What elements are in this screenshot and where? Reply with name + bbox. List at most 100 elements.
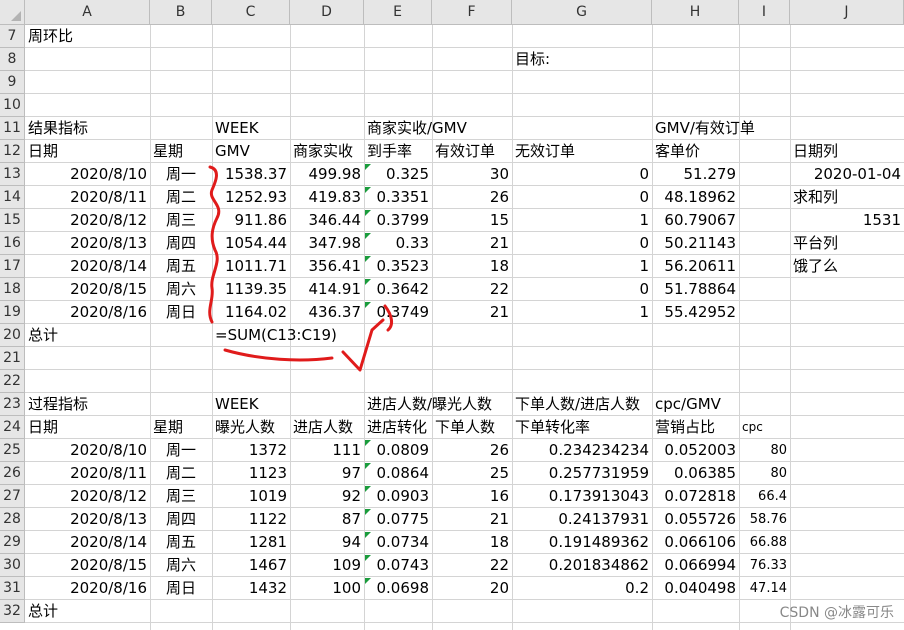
column-header-c[interactable]: C	[212, 0, 290, 25]
row-header-9[interactable]: 9	[0, 71, 25, 94]
row-header-24[interactable]: 24	[0, 416, 25, 439]
row-header-27[interactable]: 27	[0, 485, 25, 508]
select-all-corner[interactable]	[0, 0, 25, 25]
cell-b16[interactable]: 周四	[150, 232, 212, 255]
cell-a28[interactable]: 2020/8/13	[25, 508, 150, 531]
cell-h16[interactable]: 50.21143	[652, 232, 739, 255]
row-header-18[interactable]: 18	[0, 278, 25, 301]
column-header-b[interactable]: B	[150, 0, 212, 25]
cell-d14[interactable]: 419.83	[290, 186, 364, 209]
cell-f26[interactable]: 25	[432, 462, 512, 485]
cell-c14[interactable]: 1252.93	[212, 186, 290, 209]
cell-a17[interactable]: 2020/8/14	[25, 255, 150, 278]
cell-g13[interactable]: 0	[512, 163, 652, 186]
cell-a12[interactable]: 日期	[25, 140, 150, 163]
cell-f12[interactable]: 有效订单	[432, 140, 512, 163]
cell-e26[interactable]: 0.0864	[364, 462, 432, 485]
column-header-d[interactable]: D	[290, 0, 364, 25]
cell-f17[interactable]: 18	[432, 255, 512, 278]
cell-b31[interactable]: 周日	[150, 577, 212, 600]
cell-f31[interactable]: 20	[432, 577, 512, 600]
cell-e14[interactable]: 0.3351	[364, 186, 432, 209]
cell-b30[interactable]: 周六	[150, 554, 212, 577]
cell-d31[interactable]: 100	[290, 577, 364, 600]
cell-e19[interactable]: 0.3749	[364, 301, 432, 324]
row-header-13[interactable]: 13	[0, 163, 25, 186]
cell-h23[interactable]: cpc/GMV	[652, 393, 739, 416]
cell-c19[interactable]: 1164.02	[212, 301, 290, 324]
row-header-17[interactable]: 17	[0, 255, 25, 278]
cell-a11[interactable]: 结果指标	[25, 117, 150, 140]
row-header-16[interactable]: 16	[0, 232, 25, 255]
cell-c25[interactable]: 1372	[212, 439, 290, 462]
cell-f28[interactable]: 21	[432, 508, 512, 531]
cell-h31[interactable]: 0.040498	[652, 577, 739, 600]
cell-i31[interactable]: 47.14	[739, 577, 790, 600]
cell-a32[interactable]: 总计	[25, 600, 150, 623]
row-header-21[interactable]: 21	[0, 347, 25, 370]
cell-a27[interactable]: 2020/8/12	[25, 485, 150, 508]
cell-g27[interactable]: 0.173913043	[512, 485, 652, 508]
cell-h25[interactable]: 0.052003	[652, 439, 739, 462]
cell-c23[interactable]: WEEK	[212, 393, 290, 416]
cell-i24[interactable]: cpc	[739, 416, 790, 439]
cell-e11[interactable]: 商家实收/GMV	[364, 117, 467, 140]
column-header-e[interactable]: E	[364, 0, 432, 25]
cell-f24[interactable]: 下单人数	[432, 416, 512, 439]
cell-c18[interactable]: 1139.35	[212, 278, 290, 301]
cell-a7[interactable]: 周环比	[25, 25, 150, 48]
cell-d15[interactable]: 346.44	[290, 209, 364, 232]
cell-f13[interactable]: 30	[432, 163, 512, 186]
cell-h15[interactable]: 60.79067	[652, 209, 739, 232]
cell-h26[interactable]: 0.06385	[652, 462, 739, 485]
cell-a15[interactable]: 2020/8/12	[25, 209, 150, 232]
row-header-14[interactable]: 14	[0, 186, 25, 209]
cell-g8[interactable]: 目标:	[512, 48, 652, 71]
cell-e29[interactable]: 0.0734	[364, 531, 432, 554]
cell-a25[interactable]: 2020/8/10	[25, 439, 150, 462]
row-header-7[interactable]: 7	[0, 25, 25, 48]
cell-d26[interactable]: 97	[290, 462, 364, 485]
cell-c20[interactable]: =SUM(C13:C19)	[212, 324, 337, 347]
cell-e30[interactable]: 0.0743	[364, 554, 432, 577]
cell-f27[interactable]: 16	[432, 485, 512, 508]
cell-h11[interactable]: GMV/有效订单	[652, 117, 755, 140]
cell-h28[interactable]: 0.055726	[652, 508, 739, 531]
cell-g16[interactable]: 0	[512, 232, 652, 255]
cell-b26[interactable]: 周二	[150, 462, 212, 485]
cell-f15[interactable]: 15	[432, 209, 512, 232]
cell-g24[interactable]: 下单转化率	[512, 416, 652, 439]
row-header-10[interactable]: 10	[0, 94, 25, 117]
column-header-i[interactable]: I	[739, 0, 790, 25]
cell-d30[interactable]: 109	[290, 554, 364, 577]
cell-b13[interactable]: 周一	[150, 163, 212, 186]
cell-i26[interactable]: 80	[739, 462, 790, 485]
cell-f16[interactable]: 21	[432, 232, 512, 255]
cell-g14[interactable]: 0	[512, 186, 652, 209]
row-header-28[interactable]: 28	[0, 508, 25, 531]
cell-i28[interactable]: 58.76	[739, 508, 790, 531]
cell-j14[interactable]: 求和列	[790, 186, 904, 209]
cell-h24[interactable]: 营销占比	[652, 416, 739, 439]
cell-d16[interactable]: 347.98	[290, 232, 364, 255]
cell-c13[interactable]: 1538.37	[212, 163, 290, 186]
cell-e28[interactable]: 0.0775	[364, 508, 432, 531]
cell-f14[interactable]: 26	[432, 186, 512, 209]
cell-e16[interactable]: 0.33	[364, 232, 432, 255]
row-header-15[interactable]: 15	[0, 209, 25, 232]
cell-c15[interactable]: 911.86	[212, 209, 290, 232]
cell-b24[interactable]: 星期	[150, 416, 212, 439]
cell-b19[interactable]: 周日	[150, 301, 212, 324]
cell-d19[interactable]: 436.37	[290, 301, 364, 324]
cell-d17[interactable]: 356.41	[290, 255, 364, 278]
cell-b25[interactable]: 周一	[150, 439, 212, 462]
cell-g19[interactable]: 1	[512, 301, 652, 324]
cell-a20[interactable]: 总计	[25, 324, 150, 347]
cell-d12[interactable]: 商家实收	[290, 140, 364, 163]
cell-g30[interactable]: 0.201834862	[512, 554, 652, 577]
cell-c27[interactable]: 1019	[212, 485, 290, 508]
cell-g29[interactable]: 0.191489362	[512, 531, 652, 554]
row-header-25[interactable]: 25	[0, 439, 25, 462]
cell-a31[interactable]: 2020/8/16	[25, 577, 150, 600]
cell-e17[interactable]: 0.3523	[364, 255, 432, 278]
